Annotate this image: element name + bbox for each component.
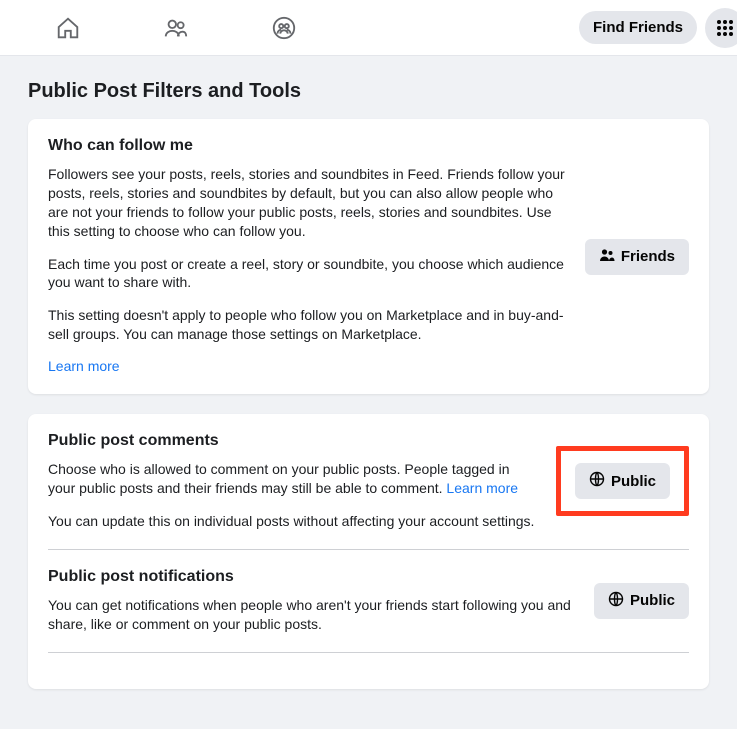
globe-icon (589, 471, 605, 491)
comments-p1: Choose who is allowed to comment on your… (48, 460, 540, 498)
section-divider (48, 549, 689, 550)
top-navbar: Find Friends (0, 0, 737, 56)
menu-grid-icon[interactable] (705, 8, 737, 48)
comments-audience-selector[interactable]: Public (575, 463, 670, 499)
card-public-post: Public post comments Choose who is allow… (28, 414, 709, 688)
comments-selector-highlight: Public (556, 446, 689, 516)
card-who-can-follow: Who can follow me Followers see your pos… (28, 119, 709, 394)
follow-title: Who can follow me (48, 137, 569, 155)
globe-icon (608, 591, 624, 611)
follow-selector-label: Friends (621, 248, 675, 265)
find-friends-button[interactable]: Find Friends (579, 11, 697, 44)
topbar-right: Find Friends (579, 8, 725, 48)
notifications-title: Public post notifications (48, 568, 578, 586)
comments-learn-more-link[interactable]: Learn more (446, 480, 518, 496)
notifications-p1: You can get notifications when people wh… (48, 596, 578, 634)
follow-p1: Followers see your posts, reels, stories… (48, 165, 569, 241)
follow-learn-more-link[interactable]: Learn more (48, 358, 120, 374)
follow-p3: This setting doesn't apply to people who… (48, 306, 569, 344)
nav-icons (54, 14, 579, 42)
friends-icon[interactable] (162, 14, 190, 42)
home-icon[interactable] (54, 14, 82, 42)
comments-title: Public post comments (48, 432, 540, 450)
section-public-comments: Public post comments Choose who is allow… (48, 432, 689, 531)
comments-selector-label: Public (611, 473, 656, 490)
section-divider (48, 652, 689, 653)
page-title: Public Post Filters and Tools (28, 80, 709, 103)
groups-icon[interactable] (270, 14, 298, 42)
notifications-audience-selector[interactable]: Public (594, 583, 689, 619)
section-public-notifications: Public post notifications You can get no… (48, 568, 689, 634)
friends-selector-icon (599, 247, 615, 267)
follow-audience-selector[interactable]: Friends (585, 239, 689, 275)
page-body: Public Post Filters and Tools Who can fo… (0, 56, 737, 729)
notifications-selector-label: Public (630, 592, 675, 609)
follow-p2: Each time you post or create a reel, sto… (48, 255, 569, 293)
comments-p2: You can update this on individual posts … (48, 512, 540, 531)
